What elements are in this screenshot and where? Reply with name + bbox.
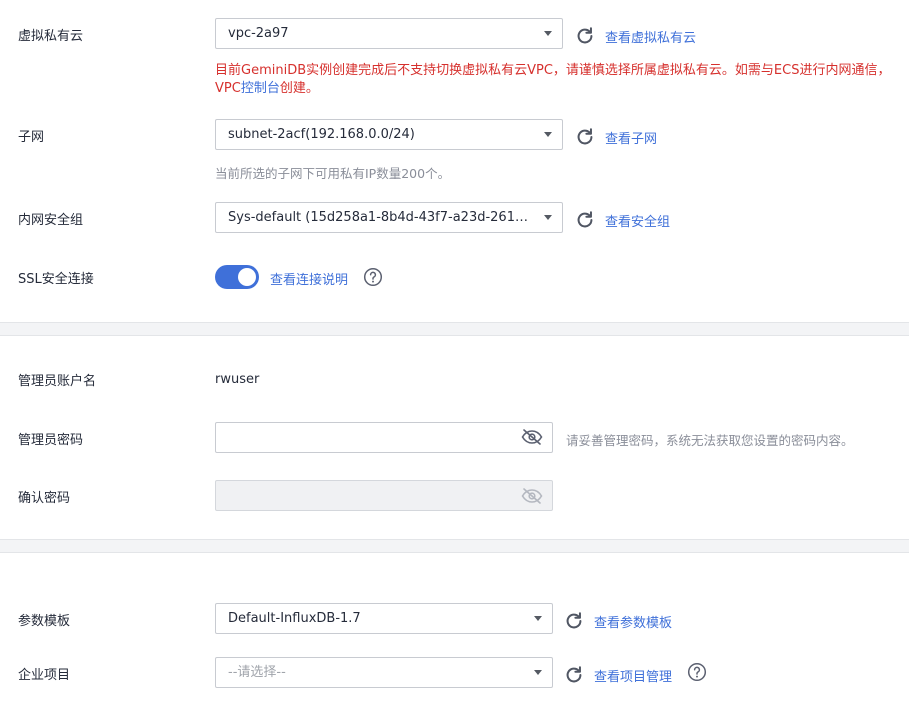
admin-username-value: rwuser [215, 372, 260, 387]
section-divider [0, 539, 909, 553]
vpc-label: 虚拟私有云 [18, 29, 84, 44]
ssl-toggle[interactable] [215, 265, 259, 289]
security-group-select[interactable]: Sys-default (15d258a1-8b4d-43f7-a23d-261… [215, 202, 563, 233]
enterprise-project-label: 企业项目 [18, 668, 71, 683]
param-template-label: 参数模板 [18, 614, 71, 629]
admin-username-label: 管理员账户名 [18, 374, 97, 389]
chevron-down-icon [544, 132, 552, 137]
vpc-error-suffix: 创建。 [279, 81, 319, 96]
enterprise-project-select[interactable]: --请选择-- [215, 657, 553, 688]
subnet-select[interactable]: subnet-2acf(192.168.0.0/24) [215, 119, 563, 150]
confirm-password-input[interactable] [215, 480, 553, 511]
eye-hidden-icon [521, 488, 543, 504]
view-connection-guide-link[interactable]: 查看连接说明 [270, 269, 348, 288]
vpc-console-link[interactable]: 控制台 [241, 81, 280, 96]
admin-password-input[interactable] [215, 422, 553, 453]
eye-hidden-icon[interactable] [521, 429, 543, 445]
param-template-select[interactable]: Default-InfluxDB-1.7 [215, 603, 553, 634]
security-group-label: 内网安全组 [18, 213, 84, 228]
view-project-management-link[interactable]: 查看项目管理 [594, 666, 672, 685]
refresh-icon[interactable] [574, 126, 596, 148]
confirm-password-label: 确认密码 [18, 491, 71, 506]
subnet-label: 子网 [18, 130, 45, 145]
vpc-select[interactable]: vpc-2a97 [215, 18, 563, 49]
view-security-group-link[interactable]: 查看安全组 [605, 211, 670, 230]
chevron-down-icon [544, 31, 552, 36]
chevron-down-icon [544, 215, 552, 220]
refresh-icon[interactable] [574, 209, 596, 231]
vpc-error-line2: VPC控制台创建。 [215, 79, 319, 99]
vpc-error-prefix: VPC [215, 81, 241, 96]
section-divider [0, 322, 909, 336]
subnet-ip-hint: 当前所选的子网下可用私有IP数量200个。 [215, 166, 451, 181]
refresh-icon[interactable] [563, 610, 585, 632]
admin-password-label: 管理员密码 [18, 433, 84, 448]
view-vpc-link[interactable]: 查看虚拟私有云 [605, 27, 696, 46]
help-circle-icon[interactable] [687, 662, 707, 682]
ssl-label: SSL安全连接 [18, 272, 94, 287]
view-subnet-link[interactable]: 查看子网 [605, 128, 657, 147]
view-param-template-link[interactable]: 查看参数模板 [594, 612, 672, 631]
chevron-down-icon [534, 670, 542, 675]
password-hint: 请妥善管理密码，系统无法获取您设置的密码内容。 [566, 433, 854, 448]
chevron-down-icon [534, 616, 542, 621]
toggle-knob [238, 268, 256, 286]
refresh-icon[interactable] [563, 664, 585, 686]
vpc-error-line1: 目前GeminiDB实例创建完成后不支持切换虚拟私有云VPC，请谨慎选择所属虚拟… [215, 63, 891, 78]
help-circle-icon[interactable] [363, 267, 383, 287]
refresh-icon[interactable] [574, 25, 596, 47]
